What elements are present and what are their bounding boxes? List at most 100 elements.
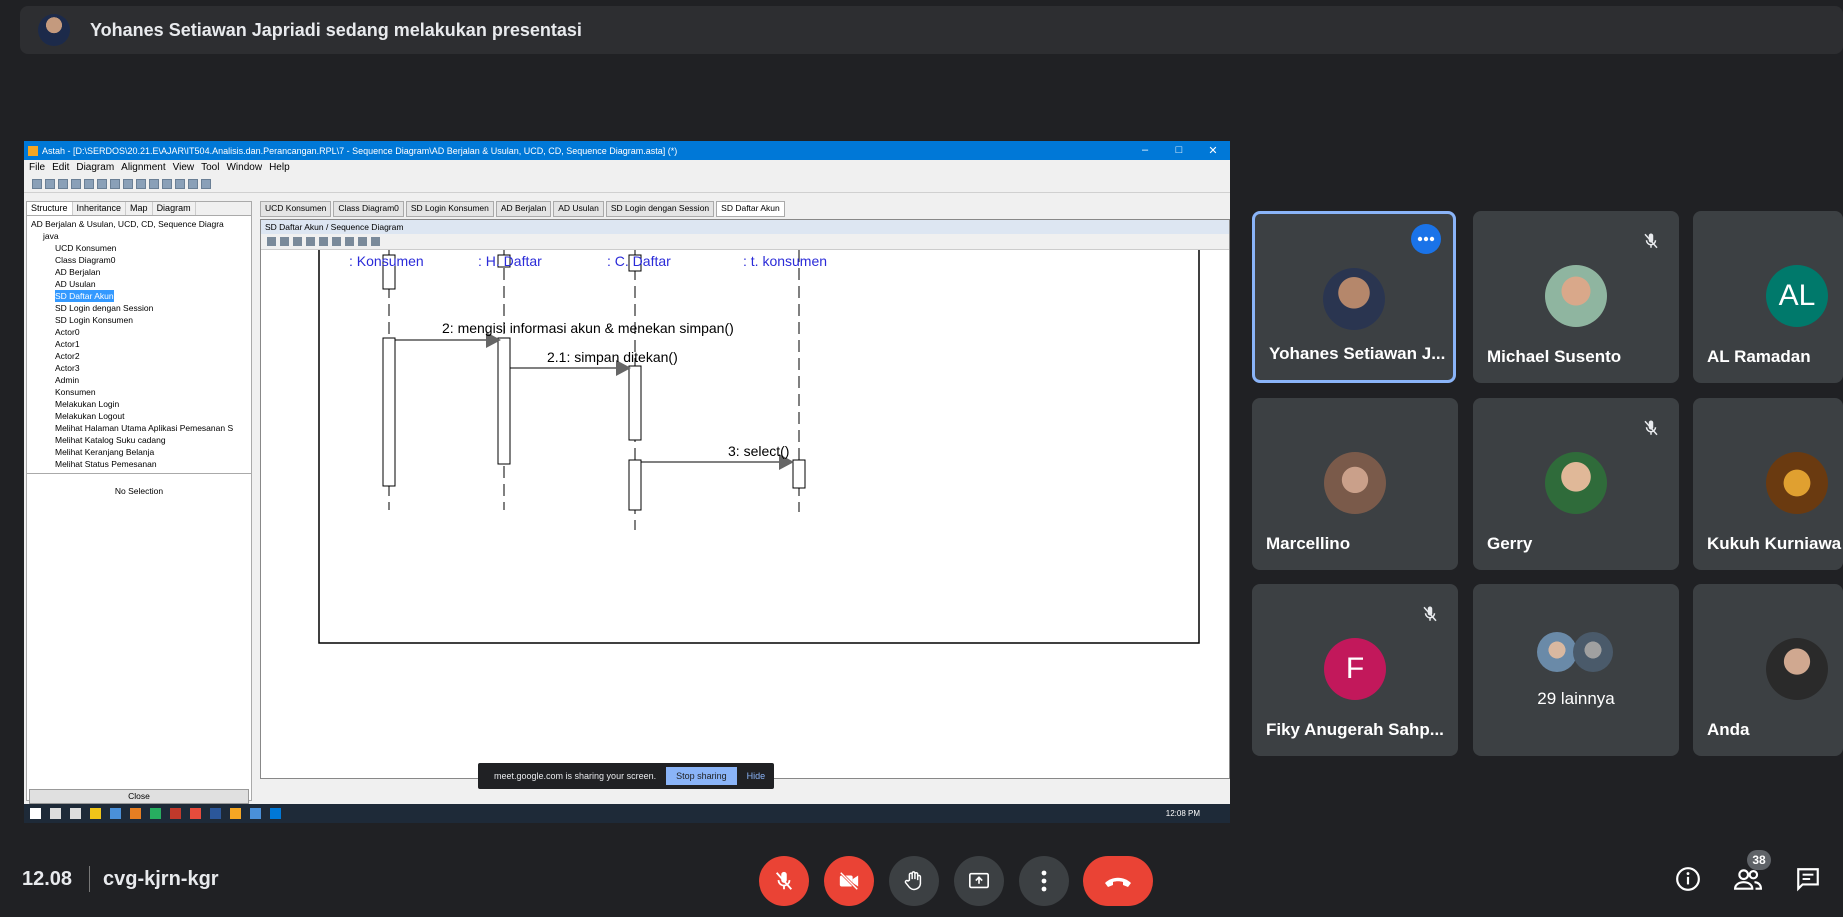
present-screen-button[interactable]	[954, 856, 1004, 906]
doc-tab[interactable]: AD Berjalan	[495, 201, 552, 217]
tree-item[interactable]: UCD Konsumen	[31, 242, 251, 254]
menu-diagram[interactable]: Diagram	[76, 162, 114, 173]
print-icon[interactable]	[71, 178, 81, 189]
menu-alignment[interactable]: Alignment	[121, 162, 165, 173]
participant-tile-others[interactable]: 29 lainnya	[1473, 584, 1679, 756]
text-tool-icon[interactable]	[319, 237, 328, 246]
tree-item[interactable]: AD Usulan	[31, 278, 251, 290]
doc-tab[interactable]: SD Login dengan Session	[605, 201, 715, 217]
tree-item-selected[interactable]: SD Daftar Akun	[55, 290, 114, 302]
lifeline-label[interactable]: : Konsumen	[349, 253, 424, 269]
tree-item[interactable]: Melihat Status Pemesanan	[31, 458, 251, 470]
explorer-icon[interactable]	[90, 808, 101, 819]
tree-item[interactable]: Admin	[31, 374, 251, 386]
tree-item[interactable]: Melihat Keranjang Belanja	[31, 446, 251, 458]
tab-inheritance[interactable]: Inheritance	[73, 202, 127, 215]
menu-window[interactable]: Window	[226, 162, 262, 173]
participant-tile-self[interactable]: Anda	[1693, 584, 1843, 756]
word-icon[interactable]	[210, 808, 221, 819]
search-icon[interactable]	[50, 808, 61, 819]
edge-icon[interactable]	[110, 808, 121, 819]
participant-tile[interactable]: Gerry	[1473, 398, 1679, 570]
vscode-icon[interactable]	[270, 808, 281, 819]
minimize-icon[interactable]: –	[1128, 144, 1162, 157]
note-tool-icon[interactable]	[345, 237, 354, 246]
participant-tile[interactable]: F Fiky Anugerah Sahp...	[1252, 584, 1458, 756]
image-tool-icon[interactable]	[371, 237, 380, 246]
astah-taskbar-icon[interactable]	[230, 808, 241, 819]
save-icon[interactable]	[58, 178, 68, 189]
app-icon[interactable]	[150, 808, 161, 819]
lifeline-label[interactable]: : H. Daftar	[478, 253, 542, 269]
chat-button[interactable]	[1793, 864, 1823, 894]
tree-item[interactable]: AD Berjalan	[31, 266, 251, 278]
maximize-icon[interactable]: □	[1162, 144, 1196, 157]
message-label[interactable]: 2: mengisi informasi akun & menekan simp…	[442, 320, 734, 336]
message-label[interactable]: 3: select()	[728, 443, 789, 459]
tree-item[interactable]: Melakukan Login	[31, 398, 251, 410]
tree-item[interactable]: Actor3	[31, 362, 251, 374]
align-icon[interactable]	[175, 178, 185, 189]
leave-call-button[interactable]	[1083, 856, 1153, 906]
toggle-mic-button[interactable]	[759, 856, 809, 906]
tree-item[interactable]: Melakukan Logout	[31, 410, 251, 422]
tree-item[interactable]: Actor1	[31, 338, 251, 350]
tree-item[interactable]: Melihat Halaman Utama Aplikasi Pemesanan…	[31, 422, 251, 434]
frame-tool-icon[interactable]	[332, 237, 341, 246]
tree-item[interactable]: AD Berjalan & Usulan, UCD, CD, Sequence …	[31, 218, 251, 230]
lifeline-label[interactable]: : t. konsumen	[743, 253, 827, 269]
message-tool-icon[interactable]	[293, 237, 302, 246]
participant-tile[interactable]: Kukuh Kurniawa	[1693, 398, 1843, 570]
stop-sharing-button[interactable]: Stop sharing	[666, 767, 737, 785]
tab-map[interactable]: Map	[126, 202, 153, 215]
close-panel-button[interactable]: Close	[29, 789, 249, 804]
tree-item[interactable]: Class Diagram0	[31, 254, 251, 266]
paste-icon[interactable]	[97, 178, 107, 189]
menu-tool[interactable]: Tool	[201, 162, 219, 173]
windows-start-icon[interactable]	[30, 808, 41, 819]
participant-tile[interactable]: Marcellino	[1252, 398, 1458, 570]
doc-tab[interactable]: UCD Konsumen	[260, 201, 332, 217]
lifeline-label[interactable]: : C. Daftar	[607, 253, 671, 269]
line-icon[interactable]	[201, 178, 211, 189]
tree-item[interactable]: java	[31, 230, 251, 242]
undo-icon[interactable]	[110, 178, 120, 189]
more-options-icon[interactable]	[1411, 224, 1441, 254]
hide-banner-button[interactable]: Hide	[747, 771, 766, 781]
tree-item[interactable]: SD Login dengan Session	[31, 302, 251, 314]
message-label[interactable]: 2.1: simpan ditekan()	[547, 349, 678, 365]
doc-tab[interactable]: AD Usulan	[553, 201, 604, 217]
app-icon[interactable]	[190, 808, 201, 819]
tab-structure[interactable]: Structure	[27, 202, 73, 215]
meeting-info-button[interactable]	[1673, 864, 1703, 894]
tree-item[interactable]: SD Login Konsumen	[31, 314, 251, 326]
task-view-icon[interactable]	[70, 808, 81, 819]
app-icon[interactable]	[130, 808, 141, 819]
app-icon[interactable]	[250, 808, 261, 819]
more-options-button[interactable]	[1019, 856, 1069, 906]
participant-tile[interactable]: Yohanes Setiawan J...	[1252, 211, 1456, 383]
lifeline-tool-icon[interactable]	[280, 237, 289, 246]
app-icon[interactable]	[170, 808, 181, 819]
color-icon[interactable]	[188, 178, 198, 189]
menu-edit[interactable]: Edit	[52, 162, 69, 173]
zoom-out-icon[interactable]	[149, 178, 159, 189]
doc-tab[interactable]: SD Login Konsumen	[405, 201, 494, 217]
tree-item[interactable]: Actor2	[31, 350, 251, 362]
menu-help[interactable]: Help	[269, 162, 290, 173]
select-tool-icon[interactable]	[267, 237, 276, 246]
doc-tab-active[interactable]: SD Daftar Akun	[716, 201, 785, 217]
participant-tile[interactable]: AL AL Ramadan	[1693, 211, 1843, 383]
tree-item[interactable]: Melihat Katalog Suku cadang	[31, 434, 251, 446]
open-icon[interactable]	[45, 178, 55, 189]
zoom-in-icon[interactable]	[136, 178, 146, 189]
participant-tile[interactable]: Michael Susento	[1473, 211, 1679, 383]
toggle-camera-button[interactable]	[824, 856, 874, 906]
close-icon[interactable]: ✕	[1196, 144, 1230, 157]
diagram-canvas[interactable]: : Konsumen : H. Daftar : C. Daftar : t. …	[261, 244, 1211, 780]
copy-icon[interactable]	[84, 178, 94, 189]
return-tool-icon[interactable]	[306, 237, 315, 246]
new-icon[interactable]	[32, 178, 42, 189]
menu-view[interactable]: View	[173, 162, 195, 173]
raise-hand-button[interactable]	[889, 856, 939, 906]
